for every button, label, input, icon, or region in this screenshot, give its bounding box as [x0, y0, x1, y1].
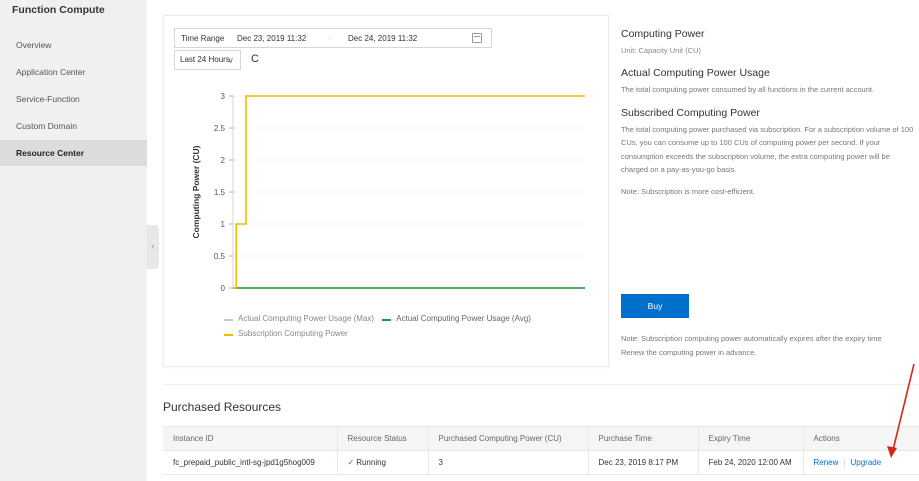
table-row: fc_prepaid_public_intl-sg-jpd1g5hog009 ✓…	[163, 450, 919, 475]
action-separator: |	[843, 458, 846, 467]
time-range-separator: -	[329, 34, 332, 43]
status-cell: ✓ Running	[336, 450, 428, 475]
subscribed-desc: The total computing power purchased via …	[621, 124, 914, 175]
time-range-start[interactable]: Dec 23, 2019 11:32	[237, 34, 306, 43]
col-purchased-power: Purchased Computing Power (CU)	[427, 426, 588, 451]
refresh-icon[interactable]: C	[251, 53, 259, 65]
y-tick-label: 0.5	[214, 252, 226, 261]
time-preset-value: Last 24 Hours	[180, 55, 230, 64]
sidebar: Function Compute Overview Application Ce…	[0, 0, 147, 481]
check-icon: ✓	[347, 458, 355, 467]
time-range-picker[interactable]: Time Range Dec 23, 2019 11:32 - Dec 24, …	[174, 28, 492, 48]
purchased-resources-table: Instance ID Resource Status Purchased Co…	[163, 426, 919, 475]
legend-label-subscription: Subscription Computing Power	[238, 329, 348, 338]
y-tick-label: 2.5	[214, 124, 226, 133]
actual-usage-desc: The total computing power consumed by al…	[621, 85, 875, 94]
time-preset-select[interactable]: Last 24 Hours ∨	[174, 50, 241, 70]
y-tick-label: 0	[221, 284, 226, 293]
purchase-time-cell: Dec 23, 2019 8:17 PM	[587, 450, 698, 475]
power-cell: 3	[427, 450, 588, 475]
calendar-icon[interactable]	[472, 33, 482, 43]
expiry-note-line-1: Note: Subscription computing power autom…	[621, 334, 882, 343]
legend-item-subscription[interactable]: Subscription Computing Power	[224, 329, 348, 338]
sidebar-item-resource-center[interactable]: Resource Center	[0, 140, 147, 166]
renew-link[interactable]: Renew	[814, 458, 839, 467]
sidebar-title: Function Compute	[12, 4, 105, 16]
legend-label-max: Actual Computing Power Usage (Max)	[238, 314, 375, 323]
y-tick-label: 1.5	[214, 188, 226, 197]
purchased-resources-title: Purchased Resources	[163, 400, 282, 414]
col-purchase-time: Purchase Time	[587, 426, 698, 451]
chevron-down-icon: ∨	[227, 55, 234, 65]
y-tick-label: 2	[221, 156, 226, 165]
col-resource-status: Resource Status	[336, 426, 428, 451]
sidebar-item-application-center[interactable]: Application Center	[0, 59, 147, 85]
table-header-row: Instance ID Resource Status Purchased Co…	[163, 426, 919, 451]
time-range-label: Time Range	[181, 34, 225, 43]
buy-button[interactable]: Buy	[621, 294, 689, 318]
sidebar-item-custom-domain[interactable]: Custom Domain	[0, 113, 147, 139]
actual-usage-title: Actual Computing Power Usage	[621, 67, 770, 79]
legend-swatch-subscription	[224, 334, 233, 336]
actions-cell: Renew | Upgrade	[802, 450, 919, 475]
computing-power-chart: 0 0.5 1 1.5 2 2.5 3 Computing Power (CU)	[191, 92, 585, 293]
legend-swatch-max	[224, 319, 233, 321]
y-tick-label: 3	[221, 92, 226, 101]
subscribed-title: Subscribed Computing Power	[621, 106, 760, 119]
info-unit: Unit: Capacity Unit (CU)	[621, 46, 702, 55]
legend-swatch-avg	[382, 319, 392, 321]
legend-label-avg: Actual Computing Power Usage (Avg)	[396, 314, 531, 323]
legend-item-avg[interactable]: Actual Computing Power Usage (Avg)	[382, 314, 531, 323]
status-text: Running	[356, 458, 387, 467]
legend-item-max[interactable]: Actual Computing Power Usage (Max)	[224, 314, 374, 323]
y-axis-label: Computing Power (CU)	[191, 145, 201, 238]
col-instance-id: Instance ID	[163, 426, 337, 451]
sidebar-item-service-function[interactable]: Service-Function	[0, 86, 147, 112]
sidebar-item-overview[interactable]: Overview	[0, 32, 147, 58]
section-divider	[163, 384, 919, 385]
sidebar-collapse-handle[interactable]: ‹	[147, 225, 159, 269]
expiry-note: Note: Subscription computing power autom…	[621, 332, 919, 359]
subscription-note: Note: Subscription is more cost-efficien…	[621, 186, 756, 196]
col-expiry-time: Expiry Time	[697, 426, 803, 451]
upgrade-link[interactable]: Upgrade	[850, 458, 881, 467]
expiry-time-cell: Feb 24, 2020 12:00 AM	[697, 450, 803, 475]
chart-legend: Actual Computing Power Usage (Max) Actua…	[224, 314, 537, 323]
y-tick-label: 1	[221, 220, 226, 229]
info-panel: Computing Power Unit: Capacity Unit (CU)…	[621, 28, 919, 198]
chart-legend-row-2: Subscription Computing Power	[224, 329, 354, 338]
expiry-note-line-2: Renew the computing power in advance.	[621, 347, 757, 357]
chevron-left-icon: ‹	[151, 241, 155, 252]
info-title: Computing Power	[621, 28, 705, 40]
time-range-end[interactable]: Dec 24, 2019 11:32	[348, 34, 417, 43]
instance-id-cell: fc_prepaid_public_intl-sg-jpd1g5hog009	[163, 450, 337, 475]
col-actions: Actions	[802, 426, 919, 451]
